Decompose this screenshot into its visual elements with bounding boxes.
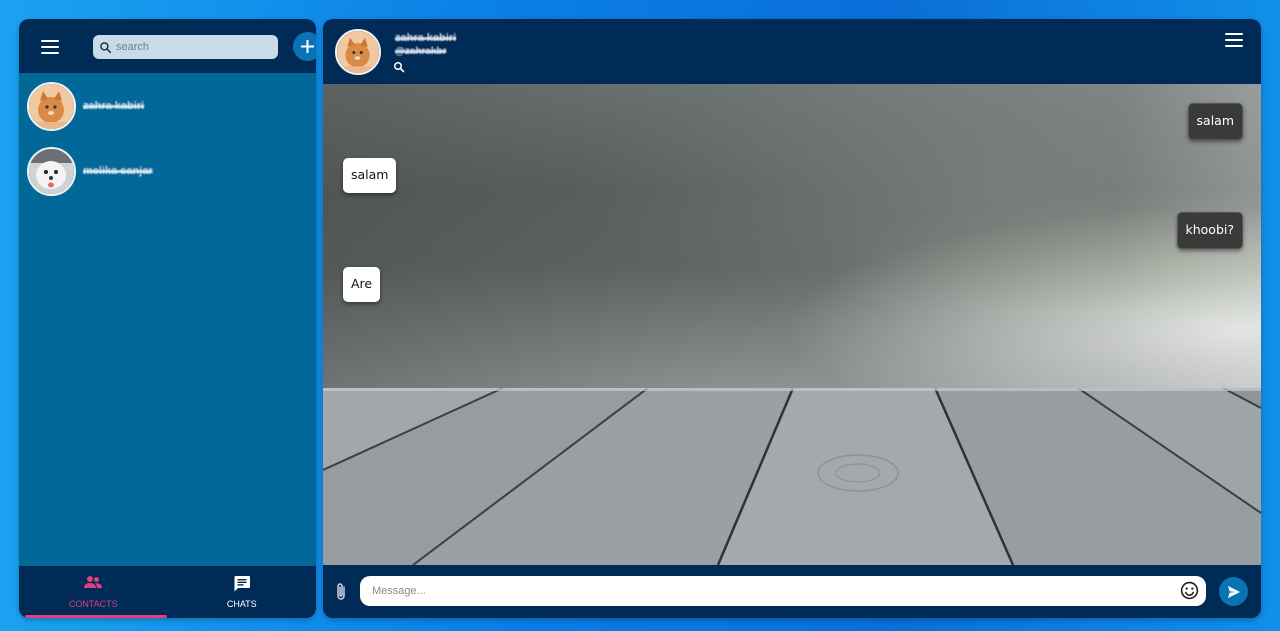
contact-name: melika sanjar (83, 165, 153, 177)
message-bubble-incoming[interactable]: Are (343, 267, 381, 302)
message-composer (323, 565, 1261, 618)
background-wall (323, 84, 1261, 388)
contact-item[interactable]: zahra kabiri (27, 81, 307, 131)
contact-name: zahra kabiri (83, 100, 145, 112)
sidebar-footer: CONTACTS CHATS (19, 566, 316, 618)
contact-item[interactable]: melika sanjar (27, 146, 307, 196)
chat-icon (234, 576, 250, 592)
dog-avatar (27, 146, 76, 196)
message-bubble-outgoing[interactable]: khoobi? (1176, 212, 1243, 249)
menu-icon[interactable] (41, 40, 59, 54)
tab-chats-label: CHATS (226, 599, 257, 609)
chat-background: salam salam khoobi? Are (323, 84, 1261, 565)
search-icon (100, 41, 112, 53)
message-bubble-incoming[interactable]: salam (343, 158, 397, 193)
tab-contacts[interactable]: CONTACTS (19, 566, 168, 618)
chat-header: zahra kabiri @zahrakbr (323, 19, 1261, 84)
sidebar-header (19, 19, 316, 73)
sidebar: zahra kabiri melika sanjar CONTACTS (19, 19, 316, 618)
emoji-icon[interactable] (1180, 581, 1199, 600)
search-icon[interactable] (393, 61, 405, 73)
background-floor (323, 388, 1261, 565)
chat-menu-icon[interactable] (1225, 33, 1243, 47)
attachment-icon[interactable] (334, 582, 348, 602)
send-button[interactable] (1219, 577, 1248, 606)
people-icon (84, 576, 103, 588)
message-text: salam (351, 167, 389, 182)
chat-contact-name: zahra kabiri (395, 32, 457, 44)
send-icon (1227, 585, 1240, 598)
chat-contact-handle: @zahrakbr (395, 46, 447, 57)
search-input[interactable] (116, 41, 266, 53)
add-contact-button[interactable] (293, 32, 316, 61)
cat-avatar[interactable] (335, 29, 381, 75)
search-box[interactable] (93, 35, 278, 59)
chat-pane: zahra kabiri @zahrakbr salam salam khoob… (323, 19, 1261, 618)
active-tab-indicator (25, 615, 167, 618)
message-text: Are (351, 276, 373, 291)
cat-avatar (27, 81, 76, 131)
message-text: salam (1196, 113, 1234, 128)
message-input[interactable] (360, 576, 1206, 606)
message-text: khoobi? (1185, 222, 1235, 237)
message-bubble-outgoing[interactable]: salam (1187, 103, 1243, 140)
tab-contacts-label: CONTACTS (68, 599, 118, 609)
tab-chats[interactable]: CHATS (168, 566, 317, 618)
plus-icon (301, 40, 314, 53)
